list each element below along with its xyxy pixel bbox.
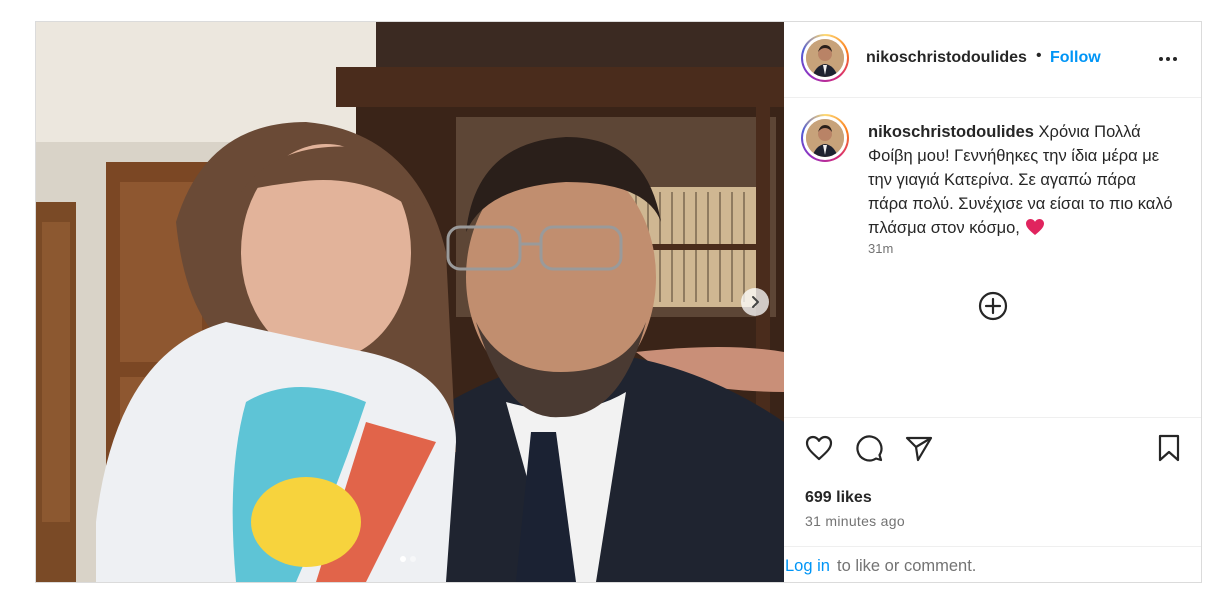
header-separator: • bbox=[1036, 47, 1042, 64]
post-header: nikoschristodoulides • Follow bbox=[784, 22, 1201, 98]
post-photo[interactable] bbox=[36, 22, 784, 582]
post-side-panel: nikoschristodoulides • Follow nikoschris… bbox=[784, 22, 1201, 582]
send-icon[interactable] bbox=[904, 433, 934, 463]
profile-photo bbox=[806, 119, 844, 157]
profile-photo bbox=[806, 39, 844, 77]
carousel-dot-active bbox=[400, 556, 406, 562]
carousel-dot bbox=[410, 556, 416, 562]
chevron-right-icon bbox=[752, 296, 759, 308]
carousel-indicators bbox=[400, 556, 416, 562]
plus-circle-icon[interactable] bbox=[977, 290, 1009, 322]
login-prompt: Log in to like or comment. bbox=[784, 546, 1201, 583]
post-caption: nikoschristodoulides Χρόνια Πολλά Φοίβη … bbox=[868, 120, 1178, 243]
post-timestamp: 31 minutes ago bbox=[805, 513, 905, 529]
caption-avatar[interactable] bbox=[801, 114, 849, 162]
follow-button[interactable]: Follow bbox=[1050, 49, 1101, 67]
caption-timestamp: 31m bbox=[868, 241, 894, 256]
next-slide-button[interactable] bbox=[741, 288, 769, 316]
heart-icon[interactable] bbox=[804, 433, 834, 463]
post-actions: 699 likes 31 minutes ago bbox=[784, 417, 1201, 548]
login-prompt-text: to like or comment. bbox=[837, 557, 977, 575]
avatar[interactable] bbox=[801, 34, 849, 82]
selfie-photo bbox=[36, 22, 784, 582]
comment-icon[interactable] bbox=[854, 433, 884, 463]
login-link[interactable]: Log in bbox=[785, 557, 830, 576]
instagram-post-embed: nikoschristodoulides • Follow nikoschris… bbox=[35, 21, 1202, 583]
likes-count[interactable]: 699 likes bbox=[805, 489, 872, 507]
red-heart-emoji bbox=[1025, 218, 1045, 243]
bookmark-icon[interactable] bbox=[1154, 433, 1184, 463]
header-username[interactable]: nikoschristodoulides bbox=[866, 49, 1027, 67]
caption-username[interactable]: nikoschristodoulides bbox=[868, 123, 1034, 141]
more-options-icon[interactable] bbox=[1156, 47, 1180, 71]
